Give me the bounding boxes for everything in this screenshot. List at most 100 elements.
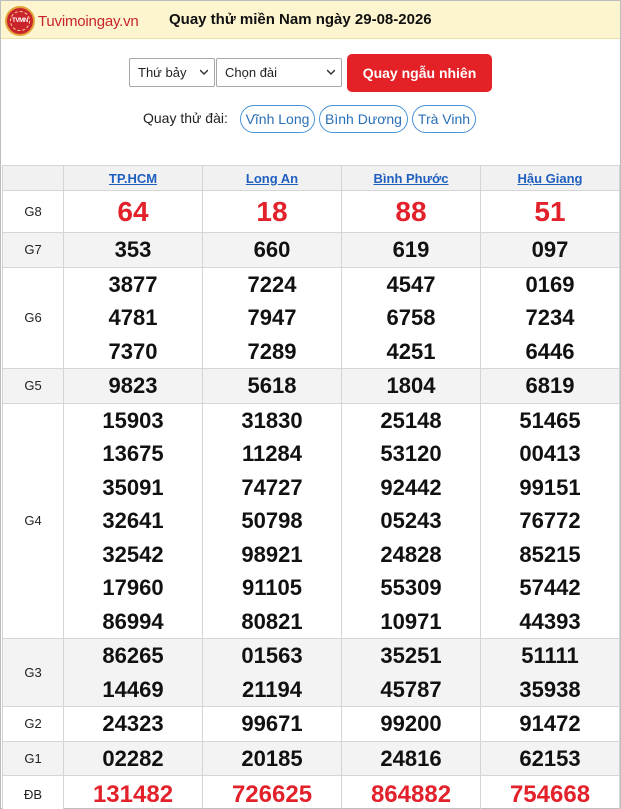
prize-number: 754668 [509, 781, 591, 808]
province-header[interactable]: Bình Phước [341, 165, 481, 191]
prize-number: 88 [395, 196, 427, 227]
prize-cell: 62153 [480, 740, 620, 776]
quick-link-tra-vinh[interactable]: Trà Vinh [412, 105, 476, 133]
prize-number: 6446 [525, 338, 575, 364]
prize-cell: 51111 35938 [480, 638, 620, 707]
prize-number: 00413 [519, 441, 581, 466]
province-link-long-an[interactable]: Long An [246, 171, 298, 186]
prize-cell: 35251 45787 [341, 638, 481, 707]
prize-cell: 51465 00413 99151 76772 85215 57442 44393 [480, 402, 620, 639]
random-spin-button[interactable]: Quay ngẫu nhiên [347, 54, 492, 92]
prize-number: 35938 [519, 676, 581, 702]
prize-number: 726625 [231, 781, 313, 808]
prize-number: 5618 [247, 373, 297, 398]
prize-cell: 31830 11284 74727 50798 98921 91105 80821 [202, 402, 342, 639]
prize-number: 86265 [102, 643, 164, 668]
prize-cell: 4547 6758 4251 [341, 266, 481, 369]
header-bar: TVMN Tuvimoingay.vn Quay thử miền Nam ng… [1, 1, 620, 39]
prize-number: 92442 [380, 474, 442, 500]
prize-label: G4 [2, 402, 64, 639]
prize-cell: 7224 7947 7289 [202, 266, 342, 369]
prize-number: 51 [534, 196, 566, 227]
quick-link-binh-duong[interactable]: Bình Dương [319, 105, 408, 133]
prize-cell: 99200 [341, 706, 481, 742]
prize-number: 7289 [247, 338, 297, 364]
prize-number: 32542 [102, 541, 164, 567]
chevron-down-icon [200, 69, 208, 75]
logo-text[interactable]: Tuvimoingay.vn [38, 13, 139, 30]
prize-number: 619 [392, 237, 430, 262]
province-header[interactable]: Hậu Giang [480, 165, 620, 191]
prize-number: 45787 [380, 676, 442, 702]
prize-number: 24323 [102, 711, 164, 736]
prize-number: 62153 [519, 745, 581, 771]
prize-cell: 86265 14469 [63, 638, 203, 707]
prize-number: 353 [114, 237, 152, 262]
prize-number: 02282 [102, 745, 164, 771]
header-corner [2, 165, 64, 191]
prize-number: 7224 [247, 271, 297, 297]
prize-number: 17960 [102, 575, 164, 600]
prize-number: 99671 [241, 711, 303, 736]
prize-cell: 353 [63, 232, 203, 268]
prize-cell: 3877 4781 7370 [63, 266, 203, 369]
prize-number: 74727 [241, 474, 303, 500]
province-link-hau-giang[interactable]: Hậu Giang [517, 171, 582, 186]
prize-row-g7: G7 353 660 619 097 [2, 232, 620, 268]
prize-cell: 619 [341, 232, 481, 268]
prize-label: G7 [2, 232, 64, 268]
prize-number: 24828 [380, 541, 442, 567]
station-select[interactable]: Chọn đài [216, 58, 342, 87]
station-select-value: Chọn đài [225, 65, 278, 80]
prize-cell: 864882 [341, 775, 481, 809]
province-link-tphcm[interactable]: TP.HCM [109, 171, 157, 186]
site-logo[interactable]: TVMN Tuvimoingay.vn [5, 5, 139, 37]
prize-number: 3877 [108, 271, 158, 297]
prize-row-g4: G4 15903 13675 35091 32641 32542 17960 86994 318… [2, 402, 620, 639]
day-select[interactable]: Thứ bảy [129, 58, 215, 87]
results-header-row: TP.HCM Long An Bình Phước Hậu Giang [2, 165, 620, 191]
prize-label: G8 [2, 190, 64, 233]
prize-number: 21194 [242, 676, 302, 702]
prize-number: 7947 [247, 305, 297, 330]
prize-label: G3 [2, 638, 64, 707]
prize-cell: 01563 21194 [202, 638, 342, 707]
results-table: TP.HCM Long An Bình Phước Hậu Giang G8 64… [2, 165, 620, 809]
prize-label: G1 [2, 740, 64, 776]
prize-number: 99200 [380, 711, 442, 736]
prize-cell: 726625 [202, 775, 342, 809]
prize-number: 0169 [525, 271, 575, 297]
prize-label: G2 [2, 706, 64, 742]
prize-number: 64 [117, 196, 149, 227]
prize-number: 31830 [241, 407, 303, 433]
prize-cell: 6819 [480, 368, 620, 404]
prize-cell: 64 [63, 190, 203, 233]
prize-cell: 91472 [480, 706, 620, 742]
prize-number: 9823 [108, 373, 158, 398]
prize-number: 57442 [519, 575, 581, 600]
province-header[interactable]: Long An [202, 165, 342, 191]
prize-number: 35091 [102, 474, 164, 500]
prize-number: 7234 [525, 305, 575, 330]
prize-number: 660 [253, 237, 291, 262]
prize-cell: 660 [202, 232, 342, 268]
prize-number: 85215 [519, 541, 581, 567]
prize-row-db: ĐB 131482 726625 864882 754668 [2, 775, 620, 809]
prize-cell: 5618 [202, 368, 342, 404]
prize-number: 20185 [241, 745, 303, 771]
prize-cell: 24816 [341, 740, 481, 776]
chevron-down-icon [327, 69, 335, 75]
prize-number: 14469 [102, 676, 164, 702]
province-link-binh-phuoc[interactable]: Bình Phước [374, 171, 449, 186]
quick-link-vinh-long[interactable]: Vĩnh Long [240, 105, 315, 133]
prize-row-g6: G6 3877 4781 7370 7224 7947 7289 4547 6758 4251 01… [2, 266, 620, 369]
day-select-value: Thứ bảy [138, 65, 187, 80]
prize-number: 91472 [519, 711, 581, 736]
prize-cell: 097 [480, 232, 620, 268]
prize-number: 53120 [380, 441, 442, 466]
prize-number: 4547 [386, 271, 436, 297]
prize-cell: 1804 [341, 368, 481, 404]
province-header[interactable]: TP.HCM [63, 165, 203, 191]
prize-number: 91105 [242, 575, 302, 600]
prize-number: 35251 [380, 643, 442, 668]
